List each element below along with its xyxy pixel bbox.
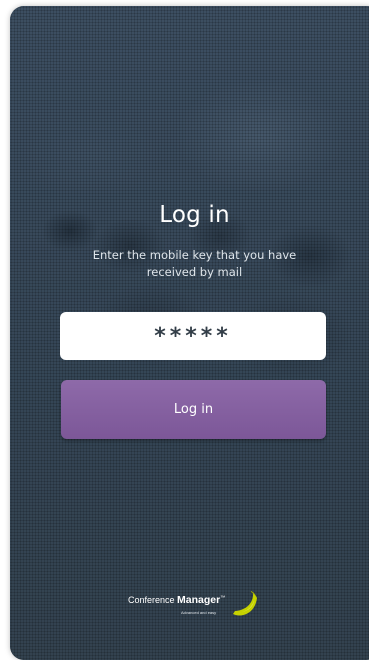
- conference-manager-logo: Conference Manager™ Advanced and easy: [128, 588, 268, 620]
- mobile-key-input[interactable]: [60, 312, 326, 360]
- page-title: Log in: [159, 202, 230, 228]
- login-instructions: Enter the mobile key that you have recei…: [92, 248, 297, 279]
- login-panel: Log in Enter the mobile key that you hav…: [10, 6, 369, 660]
- banana-swoosh-logo-icon: [233, 591, 257, 616]
- logo-trademark: ™: [220, 595, 226, 601]
- logo-name-main: Manager: [177, 594, 221, 606]
- app-screen: Log in Enter the mobile key that you hav…: [10, 6, 369, 660]
- logo-tagline: Advanced and easy: [181, 610, 217, 615]
- logo-wordmark: Conference Manager™: [128, 594, 225, 606]
- login-button[interactable]: Log in: [61, 380, 326, 439]
- logo-name-prefix: Conference: [128, 595, 175, 605]
